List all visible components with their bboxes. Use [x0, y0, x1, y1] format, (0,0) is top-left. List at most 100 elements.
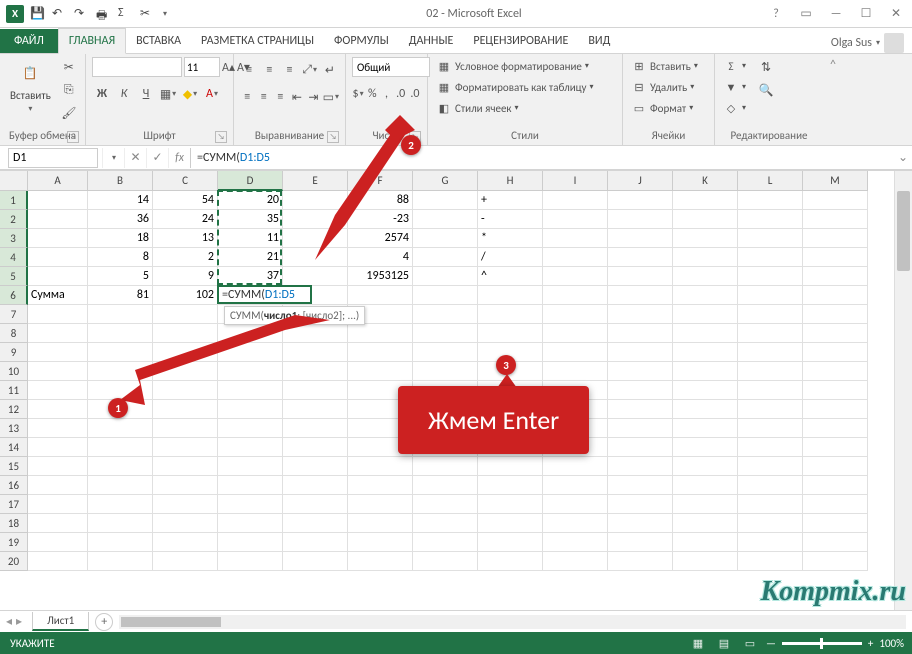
enter-icon[interactable]: ✓ [146, 148, 168, 168]
row-header-14[interactable]: 14 [0, 438, 28, 457]
cell[interactable] [543, 552, 608, 571]
cell-C2[interactable]: 24 [153, 210, 218, 229]
wrap-text-icon[interactable]: ↵ [321, 60, 339, 80]
cell[interactable] [348, 495, 413, 514]
cell[interactable] [413, 495, 478, 514]
cell-F3[interactable]: 2574 [348, 229, 413, 248]
cell[interactable] [673, 305, 738, 324]
name-box[interactable] [8, 148, 98, 168]
cell-F4[interactable]: 4 [348, 248, 413, 267]
cell[interactable] [413, 191, 478, 210]
cell[interactable] [803, 533, 868, 552]
cell[interactable] [478, 514, 543, 533]
cell[interactable] [283, 438, 348, 457]
format-cells-button[interactable]: ▭Формат▾ [629, 99, 700, 117]
cell[interactable] [283, 533, 348, 552]
dialog-launcher-icon[interactable]: ↘ [215, 131, 227, 143]
cell[interactable] [28, 191, 88, 210]
row-headers[interactable]: 1234567891011121314151617181920 [0, 191, 28, 610]
tab-рецензирование[interactable]: РЕЦЕНЗИРОВАНИЕ [463, 29, 578, 53]
cell[interactable] [543, 457, 608, 476]
cell[interactable] [88, 305, 153, 324]
cell[interactable] [88, 419, 153, 438]
cell-B1[interactable]: 14 [88, 191, 153, 210]
cell[interactable] [478, 552, 543, 571]
cell[interactable] [28, 514, 88, 533]
cell[interactable] [153, 552, 218, 571]
cell[interactable] [218, 533, 283, 552]
row-header-8[interactable]: 8 [0, 324, 28, 343]
row-header-2[interactable]: 2 [0, 210, 28, 229]
zoom-level[interactable]: 100% [879, 637, 904, 650]
insert-cells-button[interactable]: ⊞Вставить▾ [629, 57, 700, 75]
cell[interactable] [218, 476, 283, 495]
cell-H4[interactable]: / [478, 248, 543, 267]
row-header-10[interactable]: 10 [0, 362, 28, 381]
number-format-select[interactable] [352, 57, 430, 77]
cell-C4[interactable]: 2 [153, 248, 218, 267]
align-right-icon[interactable]: ≡ [273, 87, 288, 107]
comma-icon[interactable]: , [380, 84, 392, 104]
cell-C1[interactable]: 54 [153, 191, 218, 210]
cell[interactable] [348, 343, 413, 362]
cell[interactable] [738, 400, 803, 419]
cell[interactable] [478, 476, 543, 495]
normal-view-icon[interactable]: ▦ [688, 634, 708, 652]
cell[interactable] [348, 286, 413, 305]
cell[interactable] [738, 191, 803, 210]
cell[interactable] [413, 248, 478, 267]
maximize-icon[interactable]: ☐ [854, 4, 878, 24]
cell[interactable] [153, 495, 218, 514]
cell[interactable] [673, 552, 738, 571]
orientation-icon[interactable]: ⤢ [301, 60, 319, 80]
cell[interactable] [738, 305, 803, 324]
cell[interactable] [283, 400, 348, 419]
cell-H5[interactable]: ^ [478, 267, 543, 286]
cell[interactable] [608, 267, 673, 286]
dialog-launcher-icon[interactable]: ↘ [327, 131, 339, 143]
cell[interactable] [738, 533, 803, 552]
cell[interactable] [673, 438, 738, 457]
cell[interactable] [608, 286, 673, 305]
row-header-5[interactable]: 5 [0, 267, 28, 286]
percent-icon[interactable]: % [366, 84, 378, 104]
cell[interactable] [543, 324, 608, 343]
cell[interactable] [608, 457, 673, 476]
cell[interactable] [803, 514, 868, 533]
cell[interactable] [673, 267, 738, 286]
cell[interactable] [738, 362, 803, 381]
cell[interactable] [738, 514, 803, 533]
cell[interactable] [153, 533, 218, 552]
cell[interactable] [803, 248, 868, 267]
cell[interactable] [413, 267, 478, 286]
cell[interactable] [348, 457, 413, 476]
font-color-icon[interactable]: A [202, 84, 222, 104]
italic-button[interactable]: К [114, 84, 134, 104]
find-select-icon[interactable]: 🔍 [756, 80, 776, 100]
add-sheet-button[interactable]: + [95, 613, 113, 631]
tab-главная[interactable]: ГЛАВНАЯ [58, 28, 126, 54]
cell[interactable] [803, 419, 868, 438]
cell[interactable] [543, 210, 608, 229]
cell[interactable] [673, 533, 738, 552]
col-header-I[interactable]: I [543, 171, 608, 191]
cell[interactable] [673, 343, 738, 362]
align-top-icon[interactable]: ≡ [240, 60, 258, 80]
cell[interactable] [28, 210, 88, 229]
cell[interactable] [673, 229, 738, 248]
select-all-corner[interactable] [0, 171, 28, 191]
cell[interactable] [153, 438, 218, 457]
cell[interactable] [803, 229, 868, 248]
cell-styles-button[interactable]: ◧Стили ячеек▾ [434, 99, 596, 117]
align-left-icon[interactable]: ≡ [240, 87, 255, 107]
cell[interactable] [413, 286, 478, 305]
page-layout-view-icon[interactable]: ▤ [714, 634, 734, 652]
col-header-C[interactable]: C [153, 171, 218, 191]
cell[interactable] [413, 476, 478, 495]
cell[interactable] [153, 476, 218, 495]
help-icon[interactable]: ? [764, 4, 788, 24]
autosum-button[interactable]: Σ▾ [721, 57, 748, 75]
cell[interactable] [218, 457, 283, 476]
cell-C3[interactable]: 13 [153, 229, 218, 248]
cell[interactable] [28, 305, 88, 324]
